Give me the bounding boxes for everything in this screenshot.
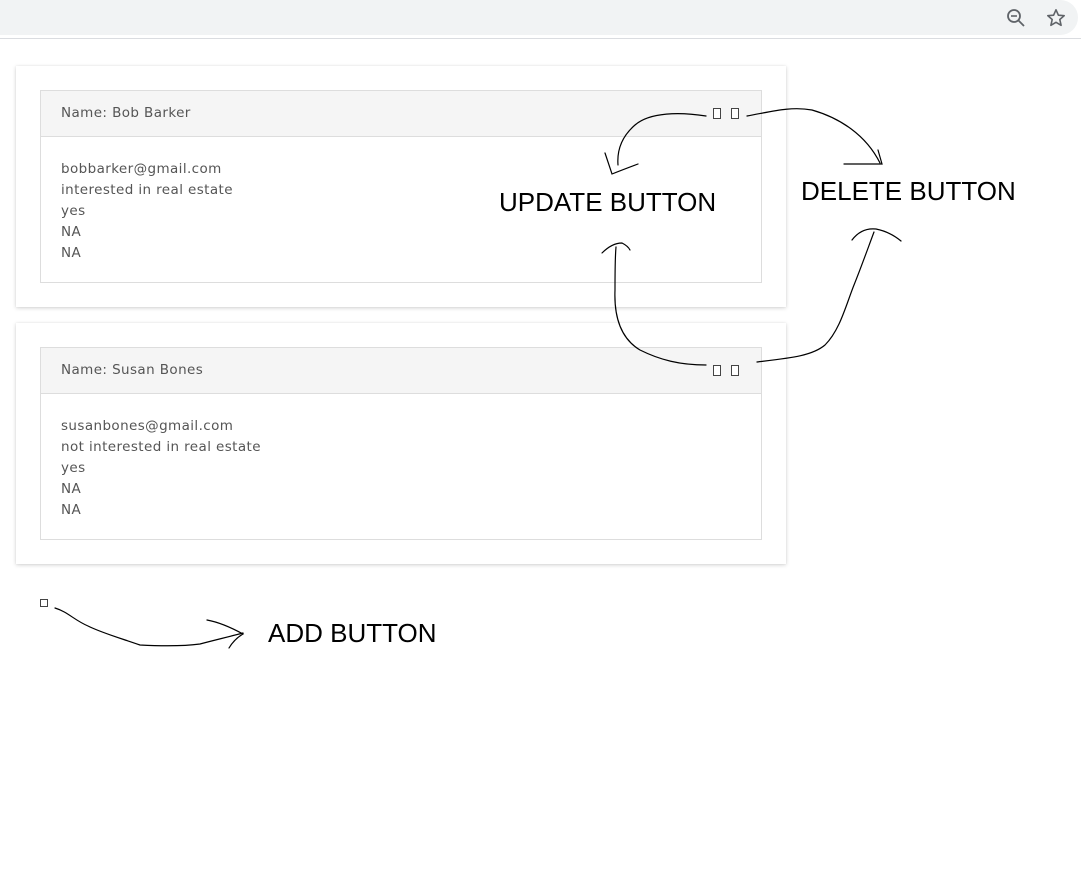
delete-arrowhead-bottom	[851, 228, 902, 242]
delete-button-annotation: DELETE BUTTON	[801, 176, 1016, 206]
update-arrow-bottom	[614, 246, 707, 366]
delete-arrow-bottom	[756, 231, 875, 363]
update-arrow-top	[617, 113, 707, 166]
update-arrowhead-top	[604, 152, 639, 175]
add-arrow	[54, 607, 244, 647]
delete-arrow-top	[746, 108, 881, 164]
annotation-arrows	[54, 108, 902, 649]
update-button-annotation: UPDATE BUTTON	[499, 187, 717, 217]
add-button-annotation: ADD BUTTON	[268, 618, 437, 648]
